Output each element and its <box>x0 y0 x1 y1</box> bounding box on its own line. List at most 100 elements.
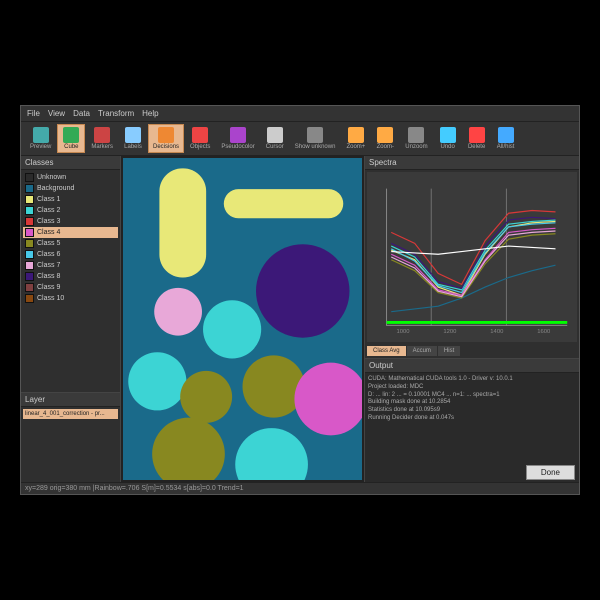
spectra-title: Spectra <box>365 156 579 170</box>
unzoom-button[interactable]: Unzoom <box>400 124 432 153</box>
classes-title: Classes <box>21 156 120 170</box>
class-row[interactable]: Class 10 <box>23 293 118 304</box>
layer-list[interactable]: linear_4_001_correction - pr... <box>21 407 120 422</box>
labels-button[interactable]: Labels <box>119 124 147 153</box>
class-name: Class 9 <box>37 284 60 291</box>
color-swatch <box>25 173 34 182</box>
decisions-icon <box>158 127 174 143</box>
layer-item[interactable]: linear_4_001_correction - pr... <box>23 409 118 419</box>
image-canvas[interactable] <box>123 158 362 480</box>
menu-file[interactable]: File <box>27 109 40 118</box>
class-row[interactable]: Unknown <box>23 172 118 183</box>
class-name: Unknown <box>37 174 66 181</box>
all-hist-button[interactable]: All/hist <box>492 124 520 153</box>
labels-icon <box>125 127 141 143</box>
undo-button[interactable]: Undo <box>434 124 462 153</box>
preview-button[interactable]: Preview <box>25 124 56 153</box>
class-name: Class 6 <box>37 251 60 258</box>
class-name: Background <box>37 185 74 192</box>
svg-text:1600: 1600 <box>537 329 551 335</box>
svg-text:1200: 1200 <box>443 329 457 335</box>
right-pane: Spectra 1000 1200 1400 1600 Class AvgAccumH… <box>364 156 579 482</box>
color-swatch <box>25 239 34 248</box>
color-swatch <box>25 261 34 270</box>
class-name: Class 1 <box>37 196 60 203</box>
preview-icon <box>33 127 49 143</box>
statusbar: xy=289 orig=380 mm |Rainbow=.706 S[m]=0.… <box>21 482 579 494</box>
class-list[interactable]: Unknown Background Class 1 Class 2 Class 3 Cl… <box>21 170 120 392</box>
tab-accum[interactable]: Accum <box>407 346 437 356</box>
output-text: CUDA: Mathematical CUDA tools 1.0 - Driv… <box>365 373 579 463</box>
class-row[interactable]: Class 7 <box>23 260 118 271</box>
spectra-plot[interactable]: 1000 1200 1400 1600 <box>367 172 577 342</box>
class-name: Class 10 <box>37 295 64 302</box>
delete-icon <box>469 127 485 143</box>
unzoom-icon <box>408 127 424 143</box>
pseudocolor-icon <box>230 127 246 143</box>
menu-view[interactable]: View <box>48 109 65 118</box>
menu-help[interactable]: Help <box>142 109 158 118</box>
main-area: Classes Unknown Background Class 1 Class 2 C… <box>21 156 579 482</box>
color-swatch <box>25 272 34 281</box>
zoom--button[interactable]: Zoom- <box>371 124 399 153</box>
all-hist-icon <box>498 127 514 143</box>
undo-icon <box>440 127 456 143</box>
show-unknown-icon <box>307 127 323 143</box>
color-swatch <box>25 184 34 193</box>
color-swatch <box>25 206 34 215</box>
color-swatch <box>25 294 34 303</box>
output-title: Output <box>365 359 579 373</box>
decisions-button[interactable]: Decisions <box>148 124 184 153</box>
class-row[interactable]: Class 6 <box>23 249 118 260</box>
output-panel: Output CUDA: Mathematical CUDA tools 1.0… <box>365 358 579 482</box>
markers-button[interactable]: Markers <box>86 124 118 153</box>
class-row[interactable]: Class 4 <box>23 227 118 238</box>
zoom--icon <box>348 127 364 143</box>
color-swatch <box>25 195 34 204</box>
left-pane: Classes Unknown Background Class 1 Class 2 C… <box>21 156 121 482</box>
class-row[interactable]: Class 9 <box>23 282 118 293</box>
cube-icon <box>63 127 79 143</box>
tab-hist[interactable]: Hist <box>438 346 460 356</box>
menubar: File View Data Transform Help <box>21 106 579 122</box>
class-name: Class 3 <box>37 218 60 225</box>
color-swatch <box>25 217 34 226</box>
tab-row: Class AvgAccumHist <box>365 344 579 358</box>
color-swatch <box>25 228 34 237</box>
center-pane <box>121 156 364 482</box>
class-row[interactable]: Class 3 <box>23 216 118 227</box>
markers-icon <box>94 127 110 143</box>
pseudocolor-button[interactable]: Pseudocolor <box>216 124 259 153</box>
toolbar: PreviewCubeMarkersLabelsDecisionsObjects… <box>21 122 579 156</box>
tab-class-avg[interactable]: Class Avg <box>367 346 406 356</box>
layers-title: Layer <box>21 393 120 407</box>
class-row[interactable]: Background <box>23 183 118 194</box>
svg-text:1000: 1000 <box>396 329 410 335</box>
menu-transform[interactable]: Transform <box>98 109 134 118</box>
class-row[interactable]: Class 5 <box>23 238 118 249</box>
zoom--button[interactable]: Zoom+ <box>341 124 370 153</box>
delete-button[interactable]: Delete <box>463 124 491 153</box>
objects-button[interactable]: Objects <box>185 124 215 153</box>
done-button[interactable]: Done <box>526 465 575 480</box>
app-window: File View Data Transform Help PreviewCubeMar… <box>20 105 580 495</box>
cube-button[interactable]: Cube <box>57 124 85 153</box>
class-row[interactable]: Class 1 <box>23 194 118 205</box>
layer-panel: Layer linear_4_001_correction - pr... <box>21 392 120 482</box>
cursor-icon <box>267 127 283 143</box>
class-name: Class 2 <box>37 207 60 214</box>
class-name: Class 4 <box>37 229 60 236</box>
zoom--icon <box>377 127 393 143</box>
class-row[interactable]: Class 2 <box>23 205 118 216</box>
svg-text:1400: 1400 <box>490 329 504 335</box>
class-name: Class 8 <box>37 273 60 280</box>
objects-icon <box>192 127 208 143</box>
show-unknown-button[interactable]: Show unknown <box>290 124 341 153</box>
color-swatch <box>25 250 34 259</box>
class-name: Class 5 <box>37 240 60 247</box>
menu-data[interactable]: Data <box>73 109 90 118</box>
cursor-button[interactable]: Cursor <box>261 124 289 153</box>
class-name: Class 7 <box>37 262 60 269</box>
class-row[interactable]: Class 8 <box>23 271 118 282</box>
color-swatch <box>25 283 34 292</box>
